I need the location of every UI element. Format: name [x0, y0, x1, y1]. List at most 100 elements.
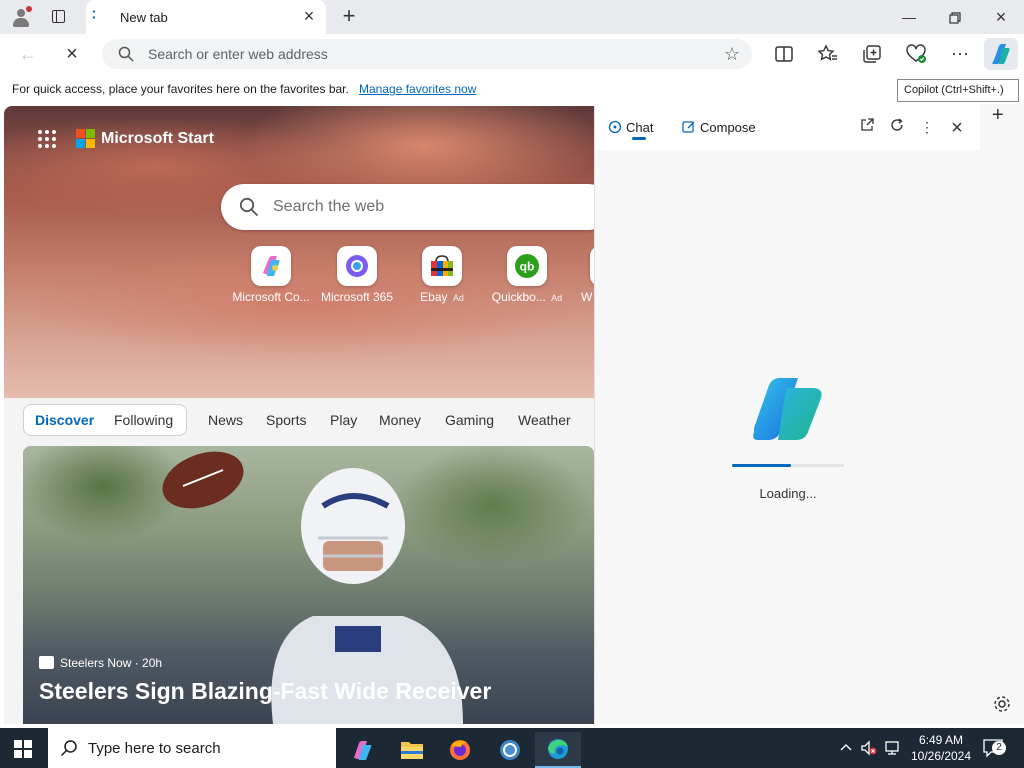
quick-link-partial[interactable]: W	[560, 246, 594, 304]
windows-start-icon[interactable]	[14, 740, 32, 758]
add-favorite-star-icon[interactable]: ☆	[724, 44, 740, 65]
quickbooks-icon: qb	[515, 254, 539, 278]
tab-weather[interactable]: Weather	[518, 412, 571, 428]
app-launcher-icon[interactable]	[38, 130, 58, 150]
tab-discover[interactable]: Discover	[35, 412, 94, 428]
collections-icon[interactable]	[860, 42, 884, 66]
tab-play[interactable]: Play	[330, 412, 357, 428]
notification-count-badge: 2	[992, 741, 1006, 755]
quick-link-label: W	[581, 290, 593, 304]
show-hidden-icons[interactable]	[838, 740, 854, 768]
copilot-icon	[992, 44, 1010, 64]
favorites-icon[interactable]	[816, 42, 840, 66]
taskbar-edge[interactable]	[535, 732, 581, 768]
article-source: Steelers Now · 20h	[39, 656, 162, 670]
compose-tab-label: Compose	[700, 120, 756, 135]
compose-icon	[682, 121, 695, 133]
microsoft-start-brand[interactable]: Microsoft Start	[101, 130, 214, 148]
sidebar-rail: +	[980, 104, 1024, 724]
tab-chat[interactable]: Chat	[608, 120, 653, 135]
stop-loading-button[interactable]: ×	[60, 43, 84, 65]
copilot-tooltip: Copilot (Ctrl+Shift+.)	[897, 79, 1019, 102]
add-sidebar-app-icon[interactable]: +	[992, 104, 1004, 127]
taskbar-copilot-app[interactable]	[340, 732, 386, 768]
tab-new-tab[interactable]: · · New tab ×	[86, 0, 326, 34]
network-icon[interactable]	[884, 740, 902, 768]
search-icon	[118, 46, 134, 62]
search-icon	[60, 740, 77, 757]
tab-compose[interactable]: Compose	[682, 120, 756, 135]
more-options-icon[interactable]: ⋮	[917, 118, 937, 138]
loading-progress-bar	[732, 464, 844, 467]
web-search-input[interactable]	[273, 184, 593, 230]
quick-link-label: Microsoft 365	[320, 290, 394, 304]
source-logo-icon	[39, 656, 54, 669]
copilot-app-icon	[354, 741, 372, 760]
quick-link-microsoft-365[interactable]: Microsoft 365	[317, 246, 397, 304]
tab-news[interactable]: News	[208, 412, 243, 428]
microsoft-365-icon	[346, 255, 368, 277]
folder-icon	[401, 742, 423, 759]
taskbar-firefox[interactable]	[437, 732, 483, 768]
taskbar-file-explorer[interactable]	[389, 732, 435, 768]
close-panel-icon[interactable]: ×	[947, 118, 967, 138]
back-button[interactable]: ←	[16, 43, 40, 65]
chrome-icon	[500, 740, 520, 760]
taskbar-clock[interactable]: 6:49 AM 10/26/2024	[904, 732, 978, 764]
taskbar-search-input[interactable]	[88, 728, 328, 768]
ebay-bag-icon	[431, 255, 453, 276]
copilot-body: Loading...	[595, 150, 981, 724]
svg-text:qb: qb	[520, 260, 535, 274]
split-screen-icon[interactable]	[772, 42, 796, 66]
profile-avatar-icon[interactable]	[10, 6, 32, 28]
copilot-logo-icon	[753, 378, 822, 440]
microsoft-logo-icon	[76, 129, 96, 149]
source-line: Steelers Now · 20h	[60, 656, 163, 670]
windows-taskbar: 6:49 AM 10/26/2024 2	[0, 728, 1024, 768]
new-tab-page: Microsoft Start Microsoft Co... Microsof…	[4, 106, 594, 724]
chat-tab-label: Chat	[626, 120, 654, 135]
address-input[interactable]	[148, 39, 708, 69]
web-search-box[interactable]	[221, 184, 594, 230]
tab-sports[interactable]: Sports	[266, 412, 306, 428]
ad-badge: Ad	[452, 293, 464, 303]
loading-progress-fill	[732, 464, 792, 467]
browser-essentials-icon[interactable]	[904, 42, 928, 66]
copilot-sidebar: Chat Compose ⋮ × Loading...	[594, 106, 981, 724]
restore-button[interactable]	[932, 0, 978, 34]
quick-link-label: Microsoft Co...	[232, 290, 310, 304]
taskbar-chrome[interactable]	[487, 732, 533, 768]
clock-time: 6:49 AM	[918, 733, 964, 747]
firefox-icon	[450, 740, 470, 760]
manage-favorites-link[interactable]: Manage favorites now	[359, 82, 476, 96]
close-window-button[interactable]: ×	[978, 0, 1024, 34]
open-in-new-tab-icon[interactable]	[857, 118, 877, 138]
title-bar: · · New tab × + — ×	[0, 0, 1024, 34]
sidebar-settings-gear-icon[interactable]	[992, 694, 1012, 714]
new-tab-button[interactable]: +	[338, 5, 360, 28]
copilot-app-icon	[263, 256, 280, 276]
news-card[interactable]: Steelers Now · 20h Steelers Sign Blazing…	[23, 446, 594, 724]
tab-actions-icon[interactable]	[48, 7, 70, 27]
quick-link-ebay[interactable]: Ebay Ad	[402, 246, 482, 304]
quick-link-quickbooks[interactable]: qb Quickbo... Ad	[487, 246, 567, 304]
chat-icon	[608, 120, 622, 134]
clock-date: 10/26/2024	[910, 749, 972, 763]
settings-and-more-icon[interactable]: ···	[948, 42, 972, 66]
loading-dots-icon: · ·	[92, 3, 97, 25]
tab-following[interactable]: Following	[114, 412, 173, 428]
quick-link-microsoft-copilot[interactable]: Microsoft Co...	[231, 246, 311, 304]
search-icon	[239, 197, 259, 217]
tab-money[interactable]: Money	[379, 412, 421, 428]
minimize-button[interactable]: —	[886, 0, 932, 34]
copilot-button[interactable]	[984, 38, 1018, 70]
address-bar[interactable]: ☆	[102, 39, 752, 69]
volume-muted-icon[interactable]	[860, 740, 878, 768]
refresh-icon[interactable]	[887, 118, 907, 138]
browser-toolbar: ← × ☆ ···	[0, 34, 1024, 74]
notification-center-icon[interactable]: 2	[982, 738, 1006, 758]
close-tab-icon[interactable]: ×	[300, 7, 318, 25]
article-headline[interactable]: Steelers Sign Blazing-Fast Wide Receiver	[39, 678, 491, 705]
tab-gaming[interactable]: Gaming	[445, 412, 494, 428]
taskbar-search-box[interactable]	[48, 728, 336, 768]
